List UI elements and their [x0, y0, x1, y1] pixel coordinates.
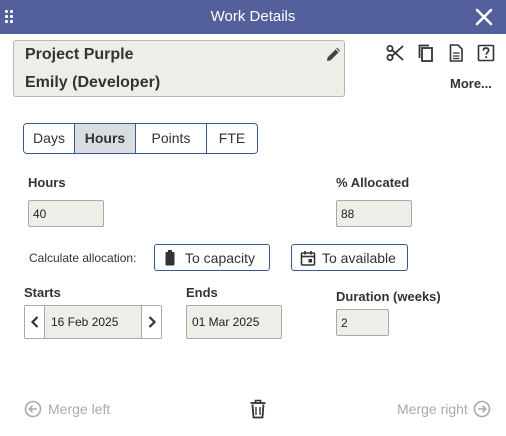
scissors-icon[interactable]	[386, 44, 404, 62]
starts-label: Starts	[24, 285, 61, 300]
end-date-field[interactable]: 01 Mar 2025	[186, 305, 282, 339]
tab-days[interactable]: Days	[24, 124, 75, 153]
close-icon[interactable]	[474, 7, 494, 27]
start-date-picker: 16 Feb 2025	[24, 305, 162, 339]
arrow-left-circle-icon	[24, 400, 42, 418]
to-capacity-button[interactable]: To capacity	[154, 244, 270, 271]
merge-right-label: Merge right	[397, 401, 468, 417]
project-name: Project Purple	[25, 46, 134, 63]
allocated-label: % Allocated	[336, 175, 410, 190]
assignee-name: Emily (Developer)	[25, 74, 161, 91]
document-icon[interactable]	[447, 44, 465, 62]
hours-input[interactable]	[28, 200, 104, 227]
more-link[interactable]: More...	[450, 76, 492, 91]
calculate-allocation-label: Calculate allocation:	[29, 251, 137, 265]
copy-icon[interactable]	[417, 44, 435, 62]
next-date-button[interactable]	[141, 306, 161, 338]
ends-label: Ends	[186, 285, 218, 300]
to-available-label: To available	[322, 250, 396, 266]
title-bar: Work Details	[0, 0, 506, 34]
to-available-button[interactable]: To available	[291, 244, 408, 271]
to-capacity-label: To capacity	[185, 250, 256, 266]
merge-left-label: Merge left	[48, 401, 111, 417]
duration-label: Duration (weeks)	[336, 289, 441, 304]
calendar-icon	[300, 251, 316, 266]
chevron-left-icon	[30, 316, 39, 328]
tab-points[interactable]: Points	[136, 124, 207, 153]
battery-icon	[165, 250, 175, 266]
assignment-card: Project Purple Emily (Developer)	[13, 40, 345, 97]
tab-hours[interactable]: Hours	[75, 124, 136, 153]
chevron-right-icon	[148, 316, 157, 328]
help-icon[interactable]	[477, 44, 495, 62]
window-title: Work Details	[210, 8, 296, 25]
allocated-input[interactable]	[336, 200, 412, 227]
edit-icon[interactable]	[325, 45, 343, 63]
previous-date-button[interactable]	[25, 306, 45, 338]
unit-tabs: Days Hours Points FTE	[23, 123, 258, 154]
delete-icon[interactable]	[249, 399, 267, 419]
start-date-value[interactable]: 16 Feb 2025	[51, 315, 118, 329]
duration-input[interactable]	[336, 309, 389, 336]
hours-label: Hours	[28, 175, 66, 190]
tab-fte[interactable]: FTE	[207, 124, 257, 153]
arrow-right-circle-icon	[473, 400, 491, 418]
